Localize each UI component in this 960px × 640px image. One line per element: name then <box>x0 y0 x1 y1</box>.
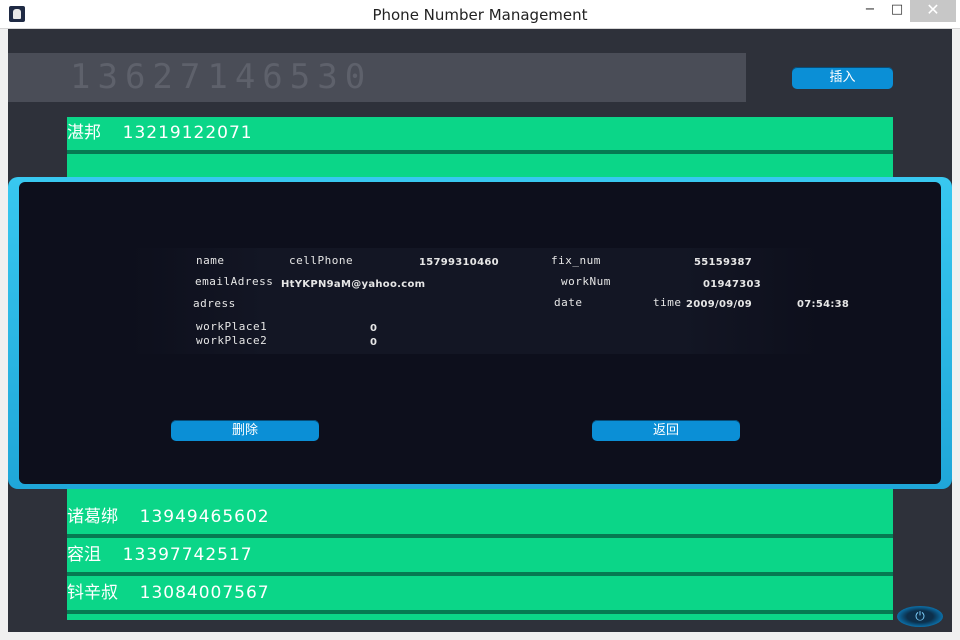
value-time: 07:54:38 <box>797 299 850 310</box>
back-button[interactable]: 返回 <box>592 420 740 441</box>
label-adress: adress <box>193 297 236 310</box>
label-cellphone: cellPhone <box>289 254 354 267</box>
contact-phone: 13219122071 <box>122 123 253 143</box>
value-date: 2009/09/09 <box>686 299 752 310</box>
list-item[interactable]: 钭辛叔 13084007567 <box>67 577 893 614</box>
detail-dialog-body: name cellPhone 15799310460 fix_num 55159… <box>19 182 941 484</box>
contact-phone: 13397742517 <box>122 545 253 565</box>
detail-dialog: name cellPhone 15799310460 fix_num 55159… <box>8 177 952 489</box>
contact-phone: 13949465602 <box>139 507 270 527</box>
close-button[interactable]: ✕ <box>910 0 956 22</box>
value-email: HtYKPN9aM@yahoo.com <box>281 279 426 290</box>
contact-phone: 13084007567 <box>139 583 270 603</box>
maximize-button[interactable]: □ <box>885 0 909 22</box>
label-workplace1: workPlace1 <box>196 320 268 333</box>
list-item[interactable]: 湛邦 13219122071 <box>67 117 893 154</box>
value-cellphone: 15799310460 <box>419 257 499 268</box>
list-item[interactable]: 诸葛绑 13949465602 <box>67 501 893 538</box>
insert-button[interactable]: 插入 <box>792 67 893 89</box>
contact-name: 容沮 <box>67 545 101 565</box>
label-date: date <box>554 296 583 309</box>
delete-button[interactable]: 删除 <box>171 420 319 441</box>
label-worknum: workNum <box>561 275 611 288</box>
minimize-button[interactable]: − <box>855 0 885 22</box>
label-fix-num: fix_num <box>551 254 601 267</box>
contact-name: 湛邦 <box>67 123 101 143</box>
value-workplace2: 0 <box>370 337 378 348</box>
contact-name: 钭辛叔 <box>67 583 118 603</box>
label-time: time <box>653 296 682 309</box>
window-title: Phone Number Management <box>372 6 588 24</box>
value-fix-num: 55159387 <box>694 257 753 268</box>
label-workplace2: workPlace2 <box>196 334 268 347</box>
value-worknum: 01947303 <box>703 279 762 290</box>
app-surface: 13627146530 插入 湛邦 13219122071 诸葛绑 139494… <box>8 29 952 632</box>
contact-name: 诸葛绑 <box>67 507 118 527</box>
list-item[interactable]: 容沮 13397742517 <box>67 539 893 576</box>
number-display[interactable]: 13627146530 <box>8 53 746 102</box>
value-workplace1: 0 <box>370 323 378 334</box>
title-bar: Phone Number Management − □ ✕ <box>0 0 960 29</box>
detail-panel: name cellPhone 15799310460 fix_num 55159… <box>129 248 849 354</box>
power-icon[interactable]: ⏻ <box>897 606 943 627</box>
label-name: name <box>196 254 225 267</box>
label-email: emailAdress <box>195 275 274 288</box>
